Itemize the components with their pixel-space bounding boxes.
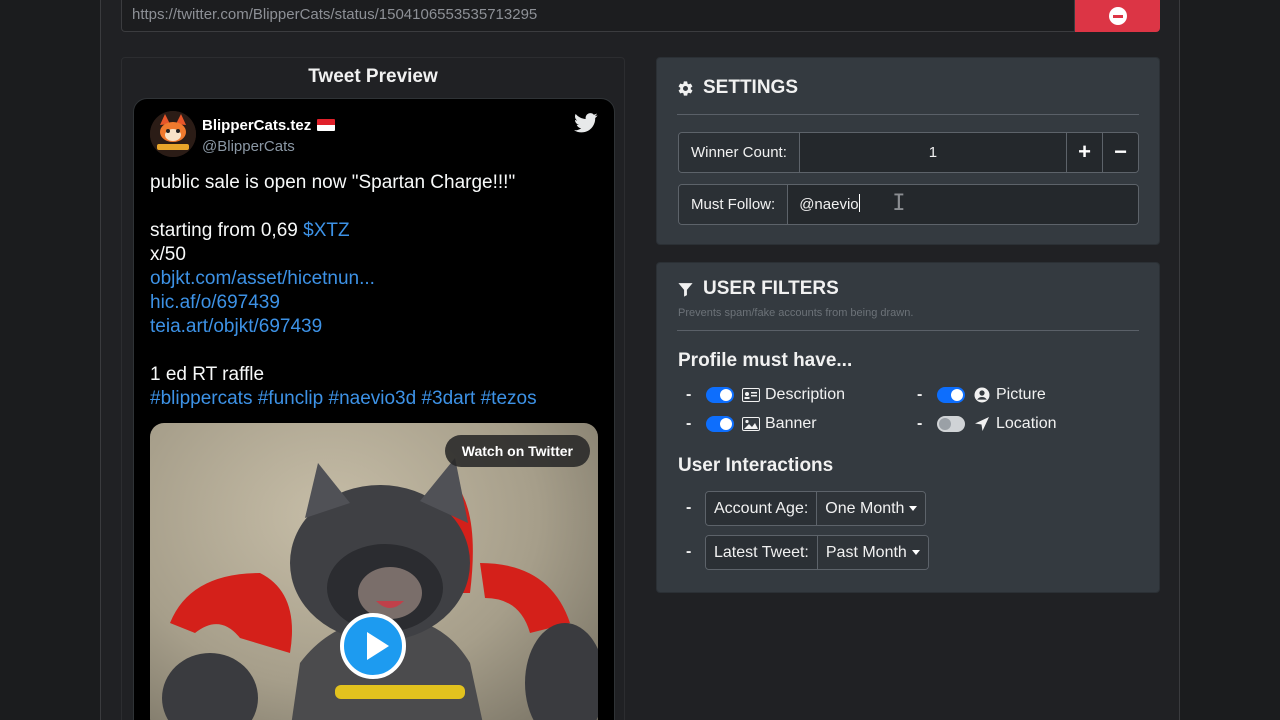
tweet-author-name[interactable]: BlipperCats.tez	[202, 117, 336, 134]
description-toggle[interactable]	[706, 387, 734, 403]
tweet-line: starting from 0,69 $XTZ	[150, 219, 600, 243]
image-icon	[742, 416, 760, 432]
interactions-heading: User Interactions	[678, 455, 834, 476]
must-follow-input[interactable]: @naevio I	[788, 185, 1138, 224]
dash: -	[686, 543, 692, 560]
must-follow-group: Must Follow: @naevio I	[678, 184, 1139, 225]
filter-icon	[678, 282, 693, 297]
tweet-line: x/50	[150, 243, 600, 267]
settings-title-text: SETTINGS	[703, 77, 799, 98]
filter-description: - Description	[686, 384, 845, 406]
account-age-label: Account Age:	[706, 492, 818, 525]
location-toggle[interactable]	[937, 416, 965, 432]
latest-tweet-value: Past Month	[825, 544, 907, 561]
banner-toggle[interactable]	[706, 416, 734, 432]
minus-circle-icon	[1108, 7, 1127, 25]
caret-down-icon	[911, 550, 920, 555]
user-filters-title: USER FILTERS	[677, 278, 839, 300]
latest-tweet-label: Latest Tweet:	[706, 536, 818, 569]
twitter-bird-icon[interactable]	[574, 113, 598, 133]
account-age-value: One Month	[825, 500, 905, 517]
filter-picture: - Picture	[917, 384, 1046, 406]
increment-button[interactable]: +	[1066, 133, 1102, 172]
tweet-line: objkt.com/asset/hicetnun...	[150, 267, 600, 291]
dash: -	[686, 415, 692, 432]
settings-card: SETTINGS Winner Count: 1 + − Must Follow…	[656, 57, 1160, 245]
tweet-line	[150, 195, 600, 219]
main-container: https://twitter.com/BlipperCats/status/1…	[100, 0, 1180, 720]
tweet-line: #blippercats #funclip #naevio3d #3dart #…	[150, 387, 600, 411]
text-caret	[858, 194, 860, 212]
tweet-text: public sale is open now "Spartan Charge!…	[150, 171, 600, 411]
user-filters-subtitle: Prevents spam/fake accounts from being d…	[678, 307, 914, 319]
tweet-line: teia.art/objkt/697439	[150, 315, 600, 339]
dash: -	[686, 386, 692, 403]
tweet-line-text: x/50	[150, 244, 186, 265]
play-button-icon[interactable]	[340, 613, 406, 679]
remove-tweet-button[interactable]	[1075, 0, 1160, 32]
tweet-link[interactable]: #blippercats #funclip #naevio3d #3dart #…	[150, 388, 537, 409]
description-label: Description	[765, 386, 846, 403]
decrement-button[interactable]: −	[1102, 133, 1138, 172]
tweet-line: 1 ed RT raffle	[150, 363, 600, 387]
tweet-link[interactable]: $XTZ	[303, 220, 349, 241]
winner-count-label: Winner Count:	[679, 133, 800, 172]
latest-tweet-select[interactable]: Past Month	[817, 536, 928, 569]
dash: -	[686, 499, 692, 516]
winner-count-group: Winner Count: 1 + −	[678, 132, 1139, 173]
tweet-preview-title: Tweet Preview	[308, 66, 438, 87]
tweet-author-handle[interactable]: @BlipperCats	[202, 138, 295, 155]
tweet-url-input[interactable]: https://twitter.com/BlipperCats/status/1…	[121, 0, 1075, 32]
dash: -	[917, 386, 923, 403]
account-age-group: Account Age: One Month	[705, 491, 927, 526]
tweet-link[interactable]: objkt.com/asset/hicetnun...	[150, 268, 375, 289]
tweet-video[interactable]: Watch on Twitter	[150, 423, 598, 720]
filter-location: - Location	[917, 413, 1057, 435]
tweet-line: public sale is open now "Spartan Charge!…	[150, 171, 600, 195]
must-follow-label: Must Follow:	[679, 185, 789, 224]
tweet-link[interactable]: teia.art/objkt/697439	[150, 316, 322, 337]
tweet-link[interactable]: hic.af/o/697439	[150, 292, 280, 313]
id-card-icon	[742, 387, 760, 403]
tweet-line-text: 1 ed RT raffle	[150, 364, 265, 385]
filter-banner: - Banner	[686, 413, 817, 435]
user-circle-icon	[973, 387, 991, 403]
user-filters-card: USER FILTERS Prevents spam/fake accounts…	[656, 262, 1160, 593]
location-arrow-icon	[973, 416, 991, 432]
text-cursor-icon: I	[892, 191, 906, 216]
tweet-author-name-text: BlipperCats.tez	[202, 117, 312, 134]
divider	[677, 330, 1139, 331]
must-follow-value: @naevio	[799, 196, 859, 213]
user-filters-title-text: USER FILTERS	[703, 278, 839, 299]
gear-icon	[678, 80, 693, 96]
tweet-line: hic.af/o/697439	[150, 291, 600, 315]
watch-on-twitter-button[interactable]: Watch on Twitter	[444, 435, 590, 467]
tweet-line-text: starting from 0,69	[150, 220, 304, 241]
tweet-line-text: public sale is open now "Spartan Charge!…	[150, 172, 516, 193]
divider	[677, 114, 1139, 115]
winner-count-input[interactable]: 1	[799, 133, 1066, 172]
flag-icon	[317, 119, 336, 131]
account-age-select[interactable]: One Month	[817, 492, 926, 525]
settings-title: SETTINGS	[677, 77, 798, 99]
latest-tweet-group: Latest Tweet: Past Month	[705, 535, 929, 570]
avatar[interactable]	[150, 111, 196, 157]
location-label: Location	[996, 415, 1057, 432]
embedded-tweet[interactable]: BlipperCats.tez @BlipperCats public sale…	[133, 98, 615, 720]
tweet-line	[150, 339, 600, 363]
banner-label: Banner	[765, 415, 817, 432]
picture-toggle[interactable]	[937, 387, 965, 403]
caret-down-icon	[909, 506, 918, 511]
picture-label: Picture	[996, 386, 1046, 403]
tweet-preview-panel: Tweet Preview BlipperCats.tez @BlipperCa…	[121, 57, 625, 720]
dash: -	[917, 415, 923, 432]
profile-heading: Profile must have...	[678, 350, 853, 371]
